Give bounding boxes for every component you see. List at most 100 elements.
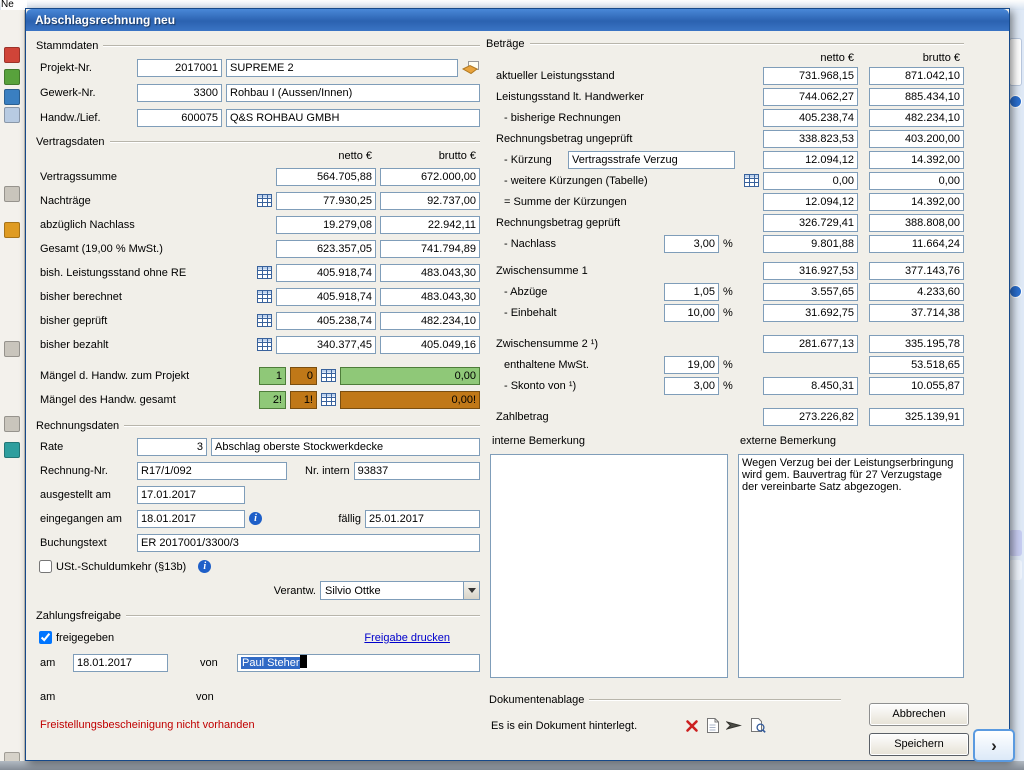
- ungeprueft-netto-field[interactable]: 338.823,53: [763, 129, 858, 148]
- bisher-berechnet-brutto-field[interactable]: 483.043,30: [380, 287, 480, 306]
- table-icon[interactable]: [257, 314, 272, 327]
- background-nav-button[interactable]: ›: [973, 729, 1015, 762]
- freigegeben-checkbox[interactable]: [39, 631, 52, 644]
- ausgestellt-am-field[interactable]: 17.01.2017: [137, 485, 245, 504]
- interne-bemerkung-textarea[interactable]: [490, 454, 728, 678]
- geprueft-brutto-field[interactable]: 388.808,00: [869, 213, 964, 232]
- maengel-projekt-betrag-field[interactable]: 0,00: [340, 366, 480, 385]
- aktueller-netto-field[interactable]: 731.968,15: [763, 66, 858, 85]
- maengel-gesamt-offen-field[interactable]: 2!: [259, 390, 286, 409]
- info-icon[interactable]: i: [249, 512, 262, 525]
- summe-kuerzungen-netto-field[interactable]: 12.094,12: [763, 192, 858, 211]
- gewerk-nr-field[interactable]: 3300: [137, 83, 222, 102]
- bisher-geprueft-netto-field[interactable]: 405.238,74: [276, 311, 376, 330]
- nachlass-prozent-field[interactable]: 3,00: [664, 234, 719, 253]
- zwischensumme2-netto-field[interactable]: 281.677,13: [763, 334, 858, 353]
- zwischensumme1-brutto-field[interactable]: 377.143,76: [869, 261, 964, 280]
- zwischensumme2-brutto-field[interactable]: 335.195,78: [869, 334, 964, 353]
- bisher-bezahlt-brutto-field[interactable]: 405.049,16: [380, 335, 480, 354]
- abzuege-brutto-field[interactable]: 4.233,60: [869, 282, 964, 301]
- leistungsstand-brutto-field[interactable]: 483.043,30: [380, 263, 480, 282]
- einbehalt-brutto-field[interactable]: 37.714,38: [869, 303, 964, 322]
- lt-handwerker-netto-field[interactable]: 744.062,27: [763, 87, 858, 106]
- preview-document-icon[interactable]: [750, 718, 766, 733]
- lookup-icon[interactable]: [462, 60, 480, 75]
- table-icon[interactable]: [257, 194, 272, 207]
- table-icon[interactable]: [257, 290, 272, 303]
- einbehalt-netto-field[interactable]: 31.692,75: [763, 303, 858, 322]
- freigabe-am-field[interactable]: 18.01.2017: [73, 653, 168, 672]
- zwischensumme1-netto-field[interactable]: 316.927,53: [763, 261, 858, 280]
- rate-text-field[interactable]: Abschlag oberste Stockwerkdecke: [211, 437, 480, 456]
- maengel-gesamt-ueberfaellig-field[interactable]: 1!: [290, 390, 317, 409]
- abzuege-prozent-field[interactable]: 1,05: [664, 282, 719, 301]
- weitere-brutto-field[interactable]: 0,00: [869, 171, 964, 190]
- einbehalt-prozent-field[interactable]: 10,00: [664, 303, 719, 322]
- vertragssumme-brutto-field[interactable]: 672.000,00: [380, 167, 480, 186]
- table-icon[interactable]: [257, 338, 272, 351]
- delete-document-icon[interactable]: [685, 719, 699, 733]
- zahlbetrag-netto-field[interactable]: 273.226,82: [763, 407, 858, 426]
- maengel-projekt-offen-field[interactable]: 1: [259, 366, 286, 385]
- rate-field[interactable]: 3: [137, 437, 207, 456]
- mwst-brutto-field[interactable]: 53.518,65: [869, 355, 964, 374]
- ungeprueft-brutto-field[interactable]: 403.200,00: [869, 129, 964, 148]
- ust-schuldumkehr-checkbox[interactable]: [39, 560, 52, 573]
- buchungstext-field[interactable]: ER 2017001/3300/3: [137, 533, 480, 552]
- gesamt-brutto-field[interactable]: 741.794,89: [380, 239, 480, 258]
- skonto-brutto-field[interactable]: 10.055,87: [869, 376, 964, 395]
- table-icon[interactable]: [321, 369, 336, 382]
- bisherige-netto-field[interactable]: 405.238,74: [763, 108, 858, 127]
- chevron-down-icon[interactable]: [463, 582, 479, 599]
- kuerzung-netto-field[interactable]: 12.094,12: [763, 150, 858, 169]
- abzgl-nachlass-brutto-field[interactable]: 22.942,11: [380, 215, 480, 234]
- send-document-icon[interactable]: [726, 719, 743, 732]
- zahlbetrag-brutto-field[interactable]: 325.139,91: [869, 407, 964, 426]
- handwerker-nr-field[interactable]: 600075: [137, 108, 222, 127]
- bisher-berechnet-netto-field[interactable]: 405.918,74: [276, 287, 376, 306]
- lt-handwerker-brutto-field[interactable]: 885.434,10: [869, 87, 964, 106]
- dialog-titlebar[interactable]: Abschlagsrechnung neu: [26, 9, 1009, 31]
- faellig-am-field[interactable]: 25.01.2017: [365, 509, 480, 528]
- table-icon[interactable]: [257, 266, 272, 279]
- maengel-gesamt-betrag-field[interactable]: 0,00!: [340, 390, 480, 409]
- kuerzung-brutto-field[interactable]: 14.392,00: [869, 150, 964, 169]
- abbrechen-button[interactable]: Abbrechen: [869, 703, 969, 726]
- nr-intern-field[interactable]: 93837: [353, 461, 480, 480]
- projekt-name-field[interactable]: SUPREME 2: [226, 58, 458, 77]
- projekt-nr-field[interactable]: 2017001: [137, 58, 222, 77]
- summe-kuerzungen-brutto-field[interactable]: 14.392,00: [869, 192, 964, 211]
- nachtraege-brutto-field[interactable]: 92.737,00: [380, 191, 480, 210]
- skonto-netto-field[interactable]: 8.450,31: [763, 376, 858, 395]
- document-icon[interactable]: [706, 718, 720, 733]
- maengel-projekt-ueberfaellig-field[interactable]: 0: [290, 366, 317, 385]
- freigabe-von-field[interactable]: Paul Steher: [237, 653, 480, 672]
- abzuege-netto-field[interactable]: 3.557,65: [763, 282, 858, 301]
- eingegangen-am-field[interactable]: 18.01.2017: [137, 509, 245, 528]
- nachlass-netto-field[interactable]: 9.801,88: [763, 234, 858, 253]
- speichern-button[interactable]: Speichern: [869, 733, 969, 756]
- aktueller-brutto-field[interactable]: 871.042,10: [869, 66, 964, 85]
- bisher-bezahlt-netto-field[interactable]: 340.377,45: [276, 335, 376, 354]
- handwerker-name-field[interactable]: Q&S ROHBAU GMBH: [226, 108, 480, 127]
- nachtraege-netto-field[interactable]: 77.930,25: [276, 191, 376, 210]
- geprueft-netto-field[interactable]: 326.729,41: [763, 213, 858, 232]
- bisher-geprueft-brutto-field[interactable]: 482.234,10: [380, 311, 480, 330]
- mwst-prozent-field[interactable]: 19,00: [664, 355, 719, 374]
- skonto-prozent-field[interactable]: 3,00: [664, 376, 719, 395]
- vertragssumme-netto-field[interactable]: 564.705,88: [276, 167, 376, 186]
- externe-bemerkung-textarea[interactable]: Wegen Verzug bei der Leistungserbringung…: [738, 454, 964, 678]
- table-icon[interactable]: [321, 393, 336, 406]
- leistungsstand-netto-field[interactable]: 405.918,74: [276, 263, 376, 282]
- gewerk-name-field[interactable]: Rohbau I (Aussen/Innen): [226, 83, 480, 102]
- kuerzung-text-field[interactable]: Vertragsstrafe Verzug: [568, 150, 735, 169]
- bisherige-brutto-field[interactable]: 482.234,10: [869, 108, 964, 127]
- freigabe-drucken-link[interactable]: Freigabe drucken: [364, 632, 450, 644]
- nachlass-brutto-field[interactable]: 11.664,24: [869, 234, 964, 253]
- rechnung-nr-field[interactable]: R17/1/092: [137, 461, 287, 480]
- weitere-netto-field[interactable]: 0,00: [763, 171, 858, 190]
- abzgl-nachlass-netto-field[interactable]: 19.279,08: [276, 215, 376, 234]
- gesamt-netto-field[interactable]: 623.357,05: [276, 239, 376, 258]
- info-icon[interactable]: i: [198, 560, 212, 573]
- table-icon[interactable]: [744, 174, 759, 187]
